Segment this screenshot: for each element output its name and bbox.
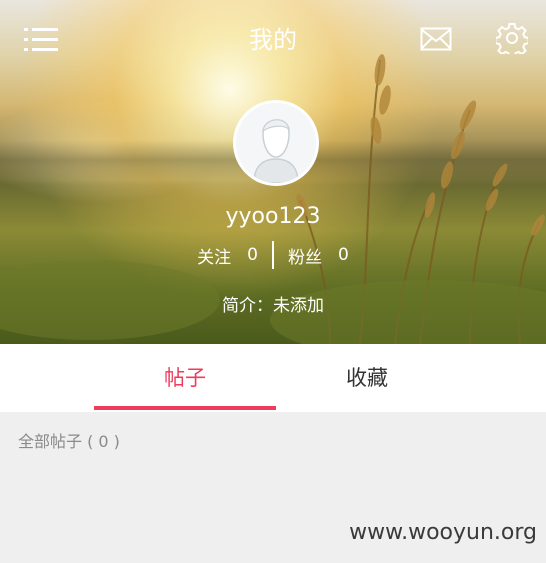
tab-posts[interactable]: 帖子 bbox=[94, 344, 276, 412]
followers-stat[interactable]: 粉丝 0 bbox=[288, 243, 349, 268]
profile-tabs: 帖子 收藏 bbox=[0, 344, 546, 412]
watermark-text: www.wooyun.org bbox=[349, 520, 537, 545]
username: yyoo123 bbox=[225, 204, 321, 229]
active-tab-indicator bbox=[94, 406, 276, 410]
following-label: 关注 bbox=[197, 247, 232, 268]
follow-stats: 关注 0 粉丝 0 bbox=[0, 241, 546, 269]
tab-favorites[interactable]: 收藏 bbox=[276, 344, 458, 412]
gear-icon[interactable] bbox=[496, 22, 528, 54]
default-avatar-icon bbox=[253, 119, 299, 183]
posts-count-label: 全部帖子 ( 0 ) bbox=[18, 432, 120, 451]
following-count: 0 bbox=[247, 245, 258, 265]
followers-count: 0 bbox=[338, 245, 349, 265]
bio-text: 简介：未添加 bbox=[222, 296, 324, 316]
stats-divider bbox=[272, 241, 274, 269]
profile-header: 我的 yyoo123 关注 0 粉丝 0 简介：未添加 bbox=[0, 0, 546, 344]
mail-icon[interactable] bbox=[420, 27, 452, 51]
page-title: 我的 bbox=[249, 26, 297, 54]
following-stat[interactable]: 关注 0 bbox=[197, 243, 258, 268]
followers-label: 粉丝 bbox=[288, 247, 322, 268]
avatar[interactable] bbox=[233, 100, 319, 186]
